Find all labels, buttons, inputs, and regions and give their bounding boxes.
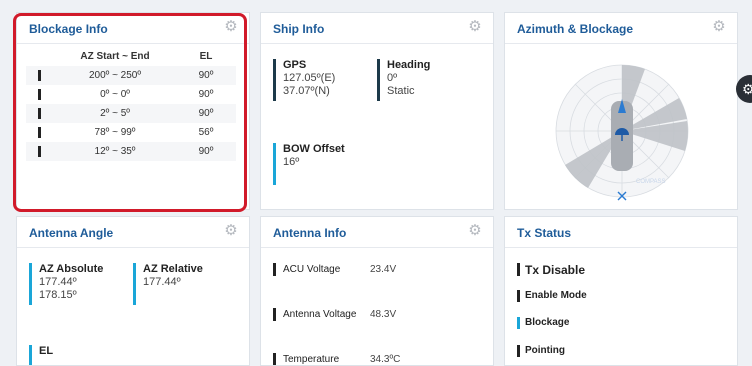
- row-marker: [273, 308, 276, 321]
- enable-mode-marker: [517, 290, 520, 302]
- az-absolute-value: 177.44º: [39, 276, 77, 288]
- blockage-info-title: Blockage Info: [29, 22, 108, 36]
- tx-state-marker: [517, 263, 520, 276]
- el-value: 90º: [198, 70, 214, 81]
- el-bar: [29, 345, 32, 365]
- blockage-table: AZ Start ~ End EL 200º ~ 250º 90º 0º ~ 0…: [26, 47, 236, 161]
- row-marker: [38, 146, 41, 157]
- az-absolute-value-secondary: 178.15º: [39, 289, 77, 301]
- azimuth-polar-plot: COMPASS: [555, 64, 689, 201]
- az-range: 78º ~ 99º: [94, 127, 136, 138]
- az-relative-value: 177.44º: [143, 276, 181, 288]
- acu-voltage-label: ACU Voltage: [283, 264, 341, 275]
- bow-offset-block: BOW Offset 16º: [273, 143, 345, 185]
- row-marker: [38, 127, 41, 138]
- pointing-marker: [517, 345, 520, 357]
- antenna-voltage-value: 48.3V: [370, 309, 397, 320]
- blockage-info-header: Blockage Info ⚙: [17, 13, 249, 44]
- gps-longitude: 127.05º(E): [283, 72, 336, 84]
- tx-status-header: Tx Status: [505, 217, 737, 248]
- azimuth-blockage-card: Azimuth & Blockage ⚙ COMPASS: [504, 12, 738, 210]
- gps-latitude: 37.07º(N): [283, 85, 330, 97]
- table-row: 12º ~ 35º 90º: [26, 142, 236, 161]
- ship-info-header: Ship Info ⚙: [261, 13, 493, 44]
- heading-bar: [377, 59, 380, 101]
- az-relative-block: AZ Relative 177.44º: [133, 263, 203, 305]
- heading-label: Heading: [387, 59, 431, 71]
- ship-info-card: Ship Info ⚙ GPS 127.05º(E) 37.07º(N) Hea…: [260, 12, 494, 210]
- bow-offset-value: 16º: [283, 156, 300, 168]
- heading-mode: Static: [387, 85, 415, 97]
- heading-value: 0º: [387, 72, 398, 84]
- el-value: 56º: [198, 127, 214, 138]
- az-range: 0º ~ 0º: [100, 89, 130, 100]
- gear-icon[interactable]: ⚙: [223, 223, 239, 239]
- gear-icon[interactable]: ⚙: [223, 19, 239, 35]
- col-az-range: AZ Start ~ End: [80, 51, 150, 62]
- blockage-table-header: AZ Start ~ End EL: [26, 47, 236, 66]
- az-absolute-block: AZ Absolute 177.44º 178.15º: [29, 263, 104, 305]
- el-label: EL: [39, 345, 54, 357]
- az-range: 2º ~ 5º: [100, 108, 130, 119]
- tx-status-title: Tx Status: [517, 226, 572, 240]
- az-absolute-bar: [29, 263, 32, 305]
- temperature-label: Temperature: [283, 354, 340, 365]
- row-marker: [38, 70, 41, 81]
- col-el: EL: [199, 51, 213, 62]
- el-value: 90º: [198, 108, 214, 119]
- gear-icon[interactable]: ⚙: [467, 19, 483, 35]
- az-absolute-label: AZ Absolute: [39, 263, 104, 275]
- settings-gear-icon[interactable]: ⚙: [736, 75, 752, 103]
- az-range: 200º ~ 250º: [88, 70, 142, 81]
- compass-label: COMPASS: [636, 179, 666, 185]
- heading-block: Heading 0º Static: [377, 59, 431, 101]
- gear-icon[interactable]: ⚙: [711, 19, 727, 35]
- table-row: 200º ~ 250º 90º: [26, 66, 236, 85]
- antenna-info-card: Antenna Info ⚙ ACU Voltage 23.4V Antenna…: [260, 216, 494, 366]
- blockage-marker: [517, 317, 520, 329]
- table-row: 0º ~ 0º 90º: [26, 85, 236, 104]
- tx-status-card: Tx Status Tx Disable Enable Mode Blockag…: [504, 216, 738, 366]
- bow-offset-label: BOW Offset: [283, 143, 345, 155]
- row-marker: [273, 263, 276, 276]
- antenna-info-title: Antenna Info: [273, 226, 347, 240]
- antenna-angle-title: Antenna Angle: [29, 226, 114, 240]
- row-marker: [38, 89, 41, 100]
- antenna-info-header: Antenna Info ⚙: [261, 217, 493, 248]
- temperature-value: 34.3ºC: [370, 354, 401, 365]
- table-row: 2º ~ 5º 90º: [26, 104, 236, 123]
- antenna-angle-header: Antenna Angle ⚙: [17, 217, 249, 248]
- gear-icon[interactable]: ⚙: [467, 223, 483, 239]
- az-relative-label: AZ Relative: [143, 263, 203, 275]
- el-value: 90º: [198, 89, 214, 100]
- bow-offset-bar: [273, 143, 276, 185]
- el-block: EL: [29, 345, 54, 365]
- acu-voltage-value: 23.4V: [370, 264, 397, 275]
- antenna-voltage-label: Antenna Voltage: [283, 309, 357, 320]
- table-row: 78º ~ 99º 56º: [26, 123, 236, 142]
- azimuth-blockage-title: Azimuth & Blockage: [517, 22, 634, 36]
- az-relative-bar: [133, 263, 136, 305]
- el-value: 90º: [198, 146, 214, 157]
- antenna-angle-card: Antenna Angle ⚙ AZ Absolute 177.44º 178.…: [16, 216, 250, 366]
- gps-bar: [273, 59, 276, 101]
- enable-mode-label: Enable Mode: [525, 290, 587, 301]
- row-marker: [273, 353, 276, 365]
- tx-state-label: Tx Disable: [525, 263, 586, 277]
- pointing-label: Pointing: [525, 345, 565, 356]
- blockage-label: Blockage: [525, 317, 570, 328]
- ship-info-title: Ship Info: [273, 22, 325, 36]
- gps-label: GPS: [283, 59, 307, 71]
- az-range: 12º ~ 35º: [94, 146, 136, 157]
- row-marker: [38, 108, 41, 119]
- gps-block: GPS 127.05º(E) 37.07º(N): [273, 59, 336, 101]
- azimuth-blockage-header: Azimuth & Blockage ⚙: [505, 13, 737, 44]
